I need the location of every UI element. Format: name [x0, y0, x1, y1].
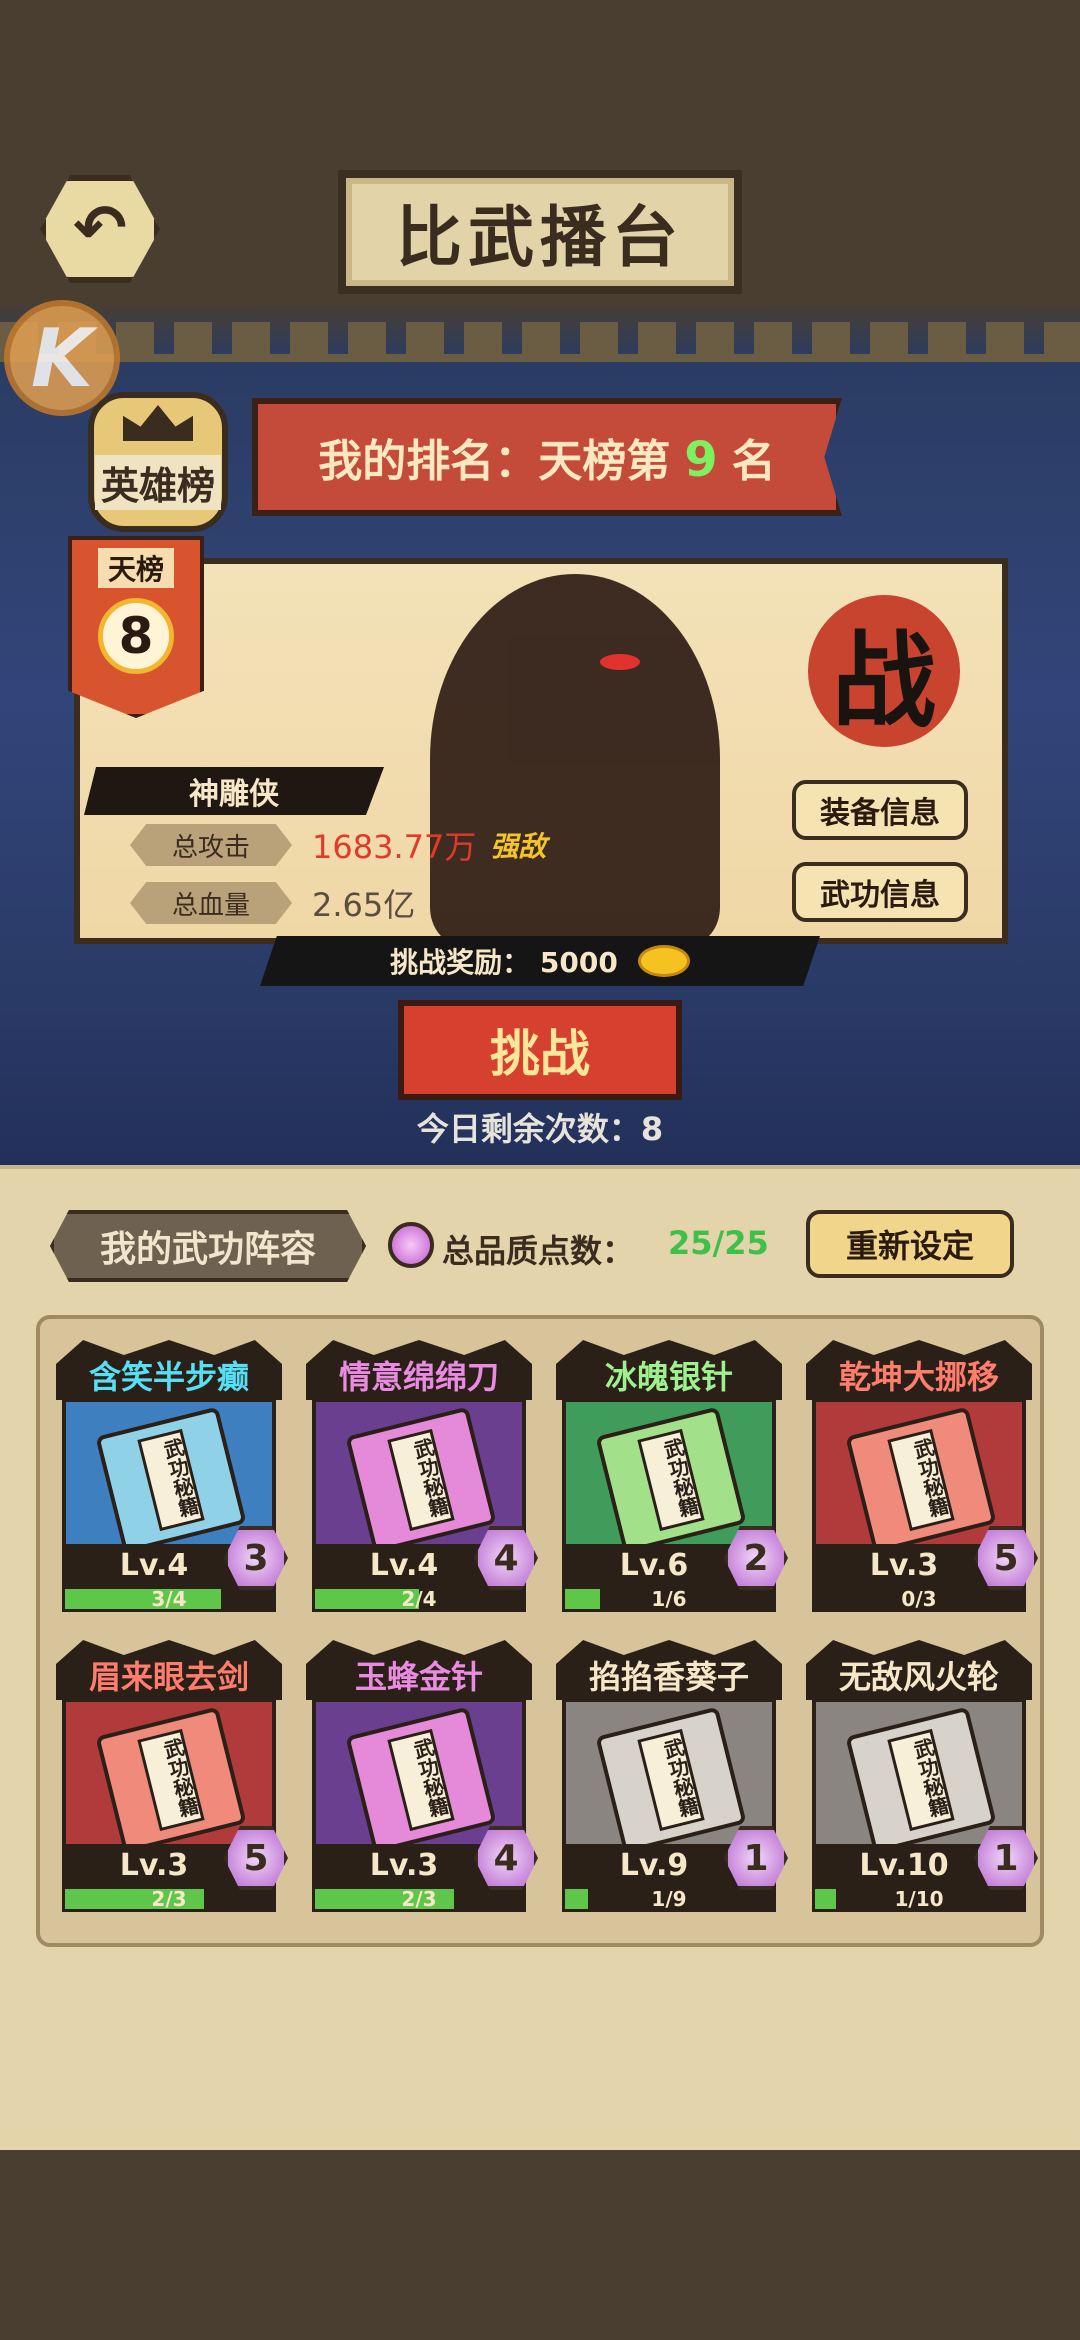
skill-art: 武功秘籍	[812, 1398, 1026, 1554]
lineup-tab[interactable]: 我的武功阵容	[50, 1210, 366, 1282]
skill-progress-text: 1/6	[651, 1587, 687, 1611]
scroll-book-icon: 武功秘籍	[595, 1406, 747, 1554]
skill-name: 乾坤大挪移	[806, 1340, 1032, 1400]
tier-label: 天榜	[97, 548, 174, 588]
remaining-attempts: 今日剩余次数：8	[416, 1110, 664, 1148]
gold-ingot-icon	[637, 945, 690, 977]
reward-text: 挑战奖励： 5000	[390, 946, 618, 979]
book-title: 武功秘籍	[387, 1728, 455, 1832]
title-plaque: 比武播台	[338, 170, 742, 294]
skill-progress-text: 0/3	[901, 1587, 937, 1611]
bottom-ground	[0, 2150, 1080, 2340]
scroll-book-icon: 武功秘籍	[95, 1406, 247, 1554]
book-title: 武功秘籍	[887, 1728, 955, 1832]
skill-progress-text: 2/3	[151, 1887, 187, 1911]
book-title: 武功秘籍	[637, 1728, 705, 1832]
challenge-reward-bar: 挑战奖励： 5000	[260, 936, 820, 986]
skill-card[interactable]: 玉蜂金针 武功秘籍 Lv.3 2/3 4	[306, 1640, 538, 1912]
skill-card[interactable]: 无敌风火轮 武功秘籍 Lv.10 1/10 1	[806, 1640, 1038, 1912]
skill-card[interactable]: 冰魄银针 武功秘籍 Lv.6 1/6 2	[556, 1340, 788, 1612]
skill-card[interactable]: 掐掐香葵子 武功秘籍 Lv.9 1/9 1	[556, 1640, 788, 1912]
hero-rank-label: 英雄榜	[94, 455, 221, 510]
skill-card[interactable]: 情意绵绵刀 武功秘籍 Lv.4 2/4 4	[306, 1340, 538, 1612]
reset-button[interactable]: 重新设定	[806, 1210, 1014, 1278]
attack-label: 总攻击	[130, 824, 292, 866]
tier-rank-badge: 8	[98, 598, 174, 674]
equipment-info-button[interactable]: 装备信息	[792, 780, 968, 840]
wall-battlement	[0, 322, 1080, 362]
skill-progress-text: 2/3	[401, 1887, 437, 1911]
skill-art: 武功秘籍	[812, 1698, 1026, 1854]
hero-rank-button[interactable]: 英雄榜	[88, 392, 228, 532]
rank-number: 9	[684, 432, 718, 488]
attack-value: 1683.77万	[312, 828, 477, 866]
rank-prefix: 我的排名：天榜第	[318, 436, 671, 487]
skill-art: 武功秘籍	[562, 1398, 776, 1554]
scroll-book-icon: 武功秘籍	[95, 1706, 247, 1854]
scroll-book-icon: 武功秘籍	[845, 1706, 997, 1854]
skill-card[interactable]: 含笑半步癫 武功秘籍 Lv.4 3/4 3	[56, 1340, 288, 1612]
crown-icon	[123, 405, 193, 441]
skill-progress-text: 1/10	[894, 1887, 944, 1911]
scroll-book-icon: 武功秘籍	[595, 1706, 747, 1854]
skill-name: 无敌风火轮	[806, 1640, 1032, 1700]
skill-name: 含笑半步癫	[56, 1340, 282, 1400]
hp-value: 2.65亿	[312, 886, 416, 924]
tier-flag: 天榜 8	[68, 536, 204, 718]
power-tag: 强敌	[490, 830, 547, 863]
skill-art: 武功秘籍	[62, 1698, 276, 1854]
skill-info-button[interactable]: 武功信息	[792, 862, 968, 922]
hp-label: 总血量	[130, 882, 292, 924]
book-title: 武功秘籍	[137, 1428, 205, 1532]
scroll-book-icon: 武功秘籍	[345, 1406, 497, 1554]
quality-gem-icon	[388, 1222, 434, 1268]
opponent-name: 神雕侠	[84, 767, 384, 815]
skill-name: 玉蜂金针	[306, 1640, 532, 1700]
skill-art: 武功秘籍	[312, 1398, 526, 1554]
my-rank-banner: 我的排名：天榜第 9 名	[252, 398, 842, 516]
skill-card[interactable]: 乾坤大挪移 武功秘籍 Lv.3 0/3 5	[806, 1340, 1038, 1612]
skill-progress-text: 2/4	[401, 1587, 437, 1611]
book-title: 武功秘籍	[637, 1428, 705, 1532]
rank-suffix: 名	[731, 436, 776, 487]
skill-name: 眉来眼去剑	[56, 1640, 282, 1700]
back-arrow-icon: ↶	[73, 192, 127, 266]
skill-progress-text: 1/9	[651, 1887, 687, 1911]
opponent-silhouette	[430, 574, 720, 944]
book-title: 武功秘籍	[387, 1428, 455, 1532]
skill-progress-text: 3/4	[151, 1587, 187, 1611]
quality-value: 25/25	[668, 1224, 769, 1262]
skill-card[interactable]: 眉来眼去剑 武功秘籍 Lv.3 2/3 5	[56, 1640, 288, 1912]
page-title: 比武播台	[396, 199, 684, 276]
skill-art: 武功秘籍	[312, 1698, 526, 1854]
skill-art: 武功秘籍	[62, 1398, 276, 1554]
scroll-book-icon: 武功秘籍	[345, 1706, 497, 1854]
scroll-book-icon: 武功秘籍	[845, 1406, 997, 1554]
book-title: 武功秘籍	[887, 1428, 955, 1532]
skill-name: 冰魄银针	[556, 1340, 782, 1400]
book-title: 武功秘籍	[137, 1728, 205, 1832]
challenge-button[interactable]: 挑战	[398, 1000, 682, 1100]
attack-row: 总攻击 1683.77万 强敌	[130, 822, 546, 868]
quality-label: 总品质点数：	[442, 1232, 635, 1270]
skill-art: 武功秘籍	[562, 1698, 776, 1854]
skill-name: 情意绵绵刀	[306, 1340, 532, 1400]
skill-name: 掐掐香葵子	[556, 1640, 782, 1700]
hp-row: 总血量 2.65亿	[130, 880, 415, 926]
battle-stamp: 战	[808, 595, 960, 747]
